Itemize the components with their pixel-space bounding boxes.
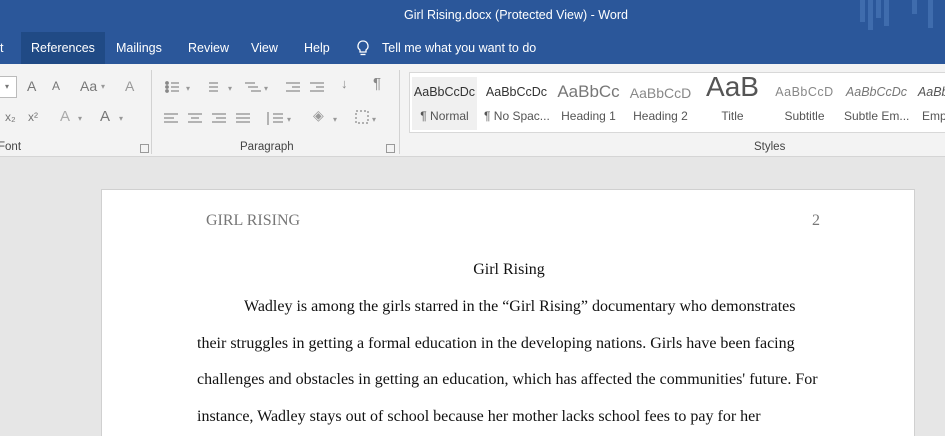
chevron-down-icon: ▾ xyxy=(119,114,124,123)
tab-references[interactable]: References xyxy=(21,32,105,64)
style-name: Subtitle xyxy=(784,109,825,123)
style-no-spacing[interactable]: AaBbCcDc ¶ No Spac... xyxy=(484,77,549,130)
superscript-button[interactable]: x² xyxy=(28,109,38,125)
styles-group-label: Styles xyxy=(754,141,786,153)
shading-icon[interactable]: ◈ xyxy=(313,107,324,123)
style-heading-1[interactable]: AaBbCc Heading 1 xyxy=(556,77,621,130)
chevron-down-icon: ▾ xyxy=(78,114,83,123)
style-sample: AaBbCcDc xyxy=(485,85,548,99)
title-bar: Girl Rising.docx (Protected View) - Word xyxy=(0,0,945,32)
document-canvas[interactable]: GIRL RISING 2 Girl Rising Wadley is amon… xyxy=(0,157,945,436)
chevron-down-icon: ▾ xyxy=(333,115,338,124)
chevron-down-icon: ▾ xyxy=(264,84,269,93)
style-name: ¶ Normal xyxy=(420,109,469,123)
style-name: Emp xyxy=(922,109,945,123)
document-page[interactable]: GIRL RISING 2 Girl Rising Wadley is amon… xyxy=(101,189,915,436)
style-sample: AaBbCcDc xyxy=(845,85,908,99)
style-name: ¶ No Spac... xyxy=(484,109,549,123)
style-name: Heading 1 xyxy=(561,109,616,123)
font-size-dropdown[interactable]: ▾ xyxy=(0,76,17,98)
tab-review[interactable]: Review xyxy=(178,32,239,64)
ribbon: ▾ A A Aa ▾ A x₂ x² A ▾ A ▾ Font ▾ ▾ ▾ ↓ … xyxy=(0,64,945,157)
style-title[interactable]: AaB Title xyxy=(700,73,765,130)
chevron-down-icon: ▾ xyxy=(372,115,377,124)
style-subtitle[interactable]: AaBbCcD Subtitle xyxy=(772,77,837,130)
paragraph-line: their struggles in getting a formal educ… xyxy=(197,335,795,352)
group-divider xyxy=(151,70,152,154)
running-header: GIRL RISING xyxy=(206,212,301,229)
font-color-button[interactable]: A xyxy=(100,109,110,125)
style-sample: AaB xyxy=(706,72,759,102)
subscript-button[interactable]: x₂ xyxy=(5,109,16,125)
style-sample: AaBbCcD xyxy=(775,85,834,99)
chevron-down-icon: ▾ xyxy=(287,115,292,124)
chevron-down-icon: ▾ xyxy=(228,84,233,93)
paragraph-group-label: Paragraph xyxy=(240,141,294,153)
style-emphasis[interactable]: AaBbCcDc Emp xyxy=(916,77,945,130)
tab-view[interactable]: View xyxy=(241,32,288,64)
pilcrow-icon[interactable]: ¶ xyxy=(373,76,381,92)
style-sample: AaBbCcD xyxy=(629,85,692,101)
title-bar-decoration xyxy=(850,0,945,32)
chevron-down-icon: ▾ xyxy=(5,82,10,91)
style-sample: AaBbCcDc xyxy=(413,85,476,99)
chevron-down-icon: ▾ xyxy=(186,84,191,93)
paragraph-line: challenges and obstacles in getting an e… xyxy=(197,371,818,388)
style-sample: AaBbCc xyxy=(557,82,620,101)
window-title: Girl Rising.docx (Protected View) - Word xyxy=(404,8,628,22)
styles-gallery[interactable]: AaBbCcDc ¶ Normal AaBbCcDc ¶ No Spac... … xyxy=(409,72,945,133)
paragraph-dialog-launcher[interactable] xyxy=(386,144,395,153)
paragraph-buttons[interactable] xyxy=(160,74,400,134)
sort-icon[interactable]: ↓ xyxy=(341,76,348,92)
style-subtle-emphasis[interactable]: AaBbCcDc Subtle Em... xyxy=(844,77,909,130)
paragraph-line: Wadley is among the girls starred in the… xyxy=(244,298,796,315)
page-number: 2 xyxy=(812,212,820,229)
document-title: Girl Rising xyxy=(473,261,545,278)
tell-me-text: Tell me what you want to do xyxy=(382,41,537,55)
font-dialog-launcher[interactable] xyxy=(140,144,149,153)
tab-help[interactable]: Help xyxy=(294,32,340,64)
style-normal[interactable]: AaBbCcDc ¶ Normal xyxy=(412,77,477,130)
style-sample: AaBbCcDc xyxy=(917,85,945,99)
style-heading-2[interactable]: AaBbCcD Heading 2 xyxy=(628,77,693,130)
style-name: Title xyxy=(721,109,744,123)
paragraph-line: instance, Wadley stays out of school bec… xyxy=(197,408,761,425)
clear-formatting-button[interactable]: A xyxy=(125,78,134,94)
ribbon-tabs: t References Mailings Review View Help T… xyxy=(0,32,945,64)
lightbulb-icon xyxy=(357,40,369,56)
tab-mailings[interactable]: Mailings xyxy=(106,32,172,64)
font-group-label: Font xyxy=(0,141,22,153)
shrink-font-button[interactable]: A xyxy=(52,78,60,94)
grow-font-button[interactable]: A xyxy=(27,78,36,94)
tell-me-search[interactable]: Tell me what you want to do xyxy=(356,32,536,64)
style-name: Heading 2 xyxy=(633,109,688,123)
group-divider xyxy=(399,70,400,154)
chevron-down-icon: ▾ xyxy=(101,82,106,91)
tab-insert[interactable]: t xyxy=(0,32,13,64)
style-name: Subtle Em... xyxy=(844,109,909,123)
change-case-button[interactable]: Aa xyxy=(80,78,97,94)
text-effects-button[interactable]: A xyxy=(60,109,70,125)
